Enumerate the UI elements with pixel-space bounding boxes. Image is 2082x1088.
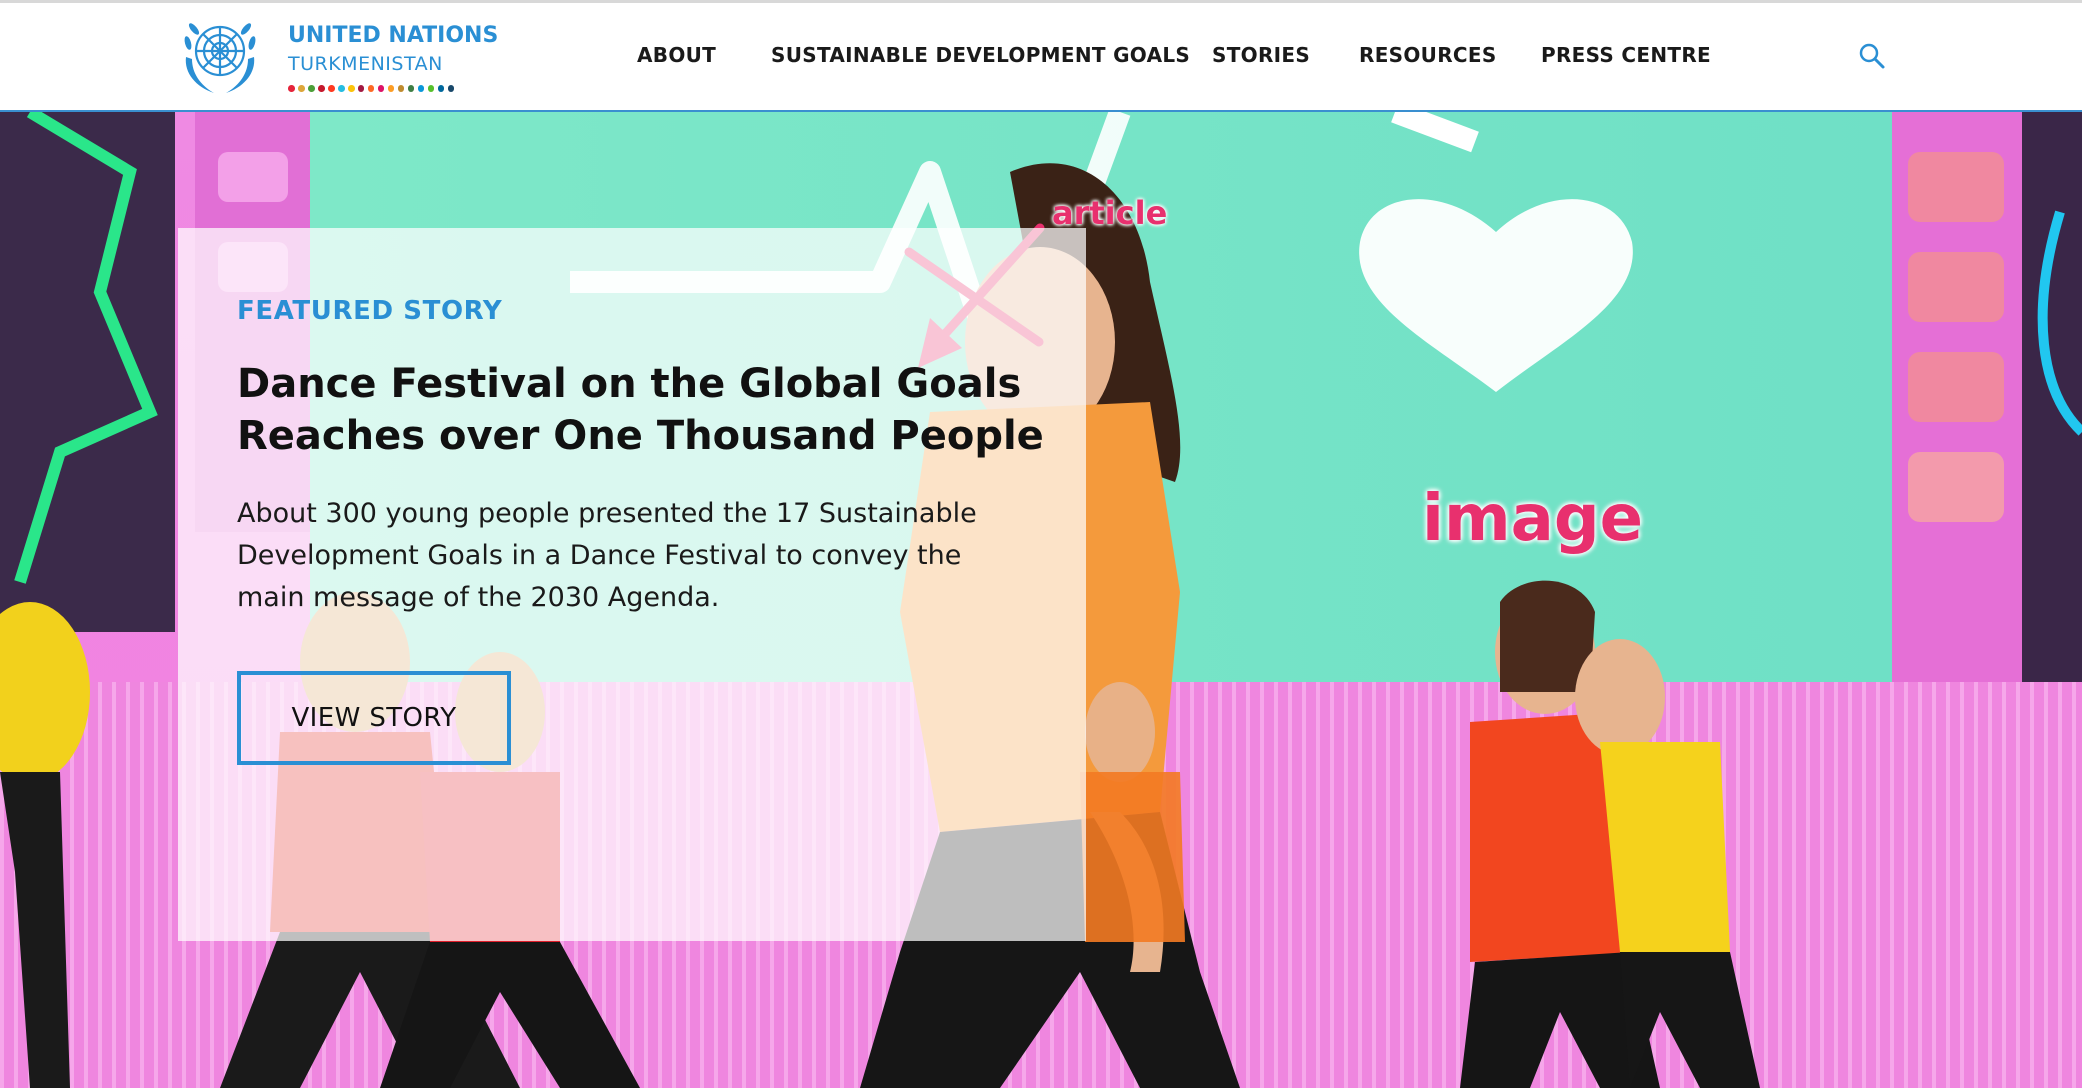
sdg-dot xyxy=(407,85,415,92)
sdg-dot xyxy=(397,85,405,92)
nav-item-about[interactable]: ABOUT xyxy=(637,43,716,67)
nav-item-stories[interactable]: STORIES xyxy=(1212,43,1310,67)
nav-item-sdgs[interactable]: SUSTAINABLE DEVELOPMENT GOALS xyxy=(771,43,1190,67)
featured-story-card: FEATURED STORY Dance Festival on the Glo… xyxy=(178,228,1086,941)
sdg-color-dots xyxy=(288,85,455,92)
featured-story-label: FEATURED STORY xyxy=(237,296,503,326)
sdg-dot xyxy=(447,85,455,92)
sdg-dot xyxy=(387,85,395,92)
story-headline-line-1: Dance Festival on the Global Goals xyxy=(237,361,1022,407)
sdg-dot xyxy=(357,85,365,92)
search-icon[interactable] xyxy=(1856,41,1888,73)
sdg-dot xyxy=(317,85,325,92)
un-turkmenistan-logo[interactable]: UNITED NATIONS TURKMENISTAN xyxy=(178,13,498,99)
sdg-dot xyxy=(288,85,295,92)
nav-item-press-centre[interactable]: PRESS CENTRE xyxy=(1541,43,1711,67)
sdg-dot xyxy=(427,85,435,92)
view-story-button[interactable]: VIEW STORY xyxy=(237,671,511,765)
story-headline[interactable]: Dance Festival on the Global Goals Reach… xyxy=(237,358,1057,462)
un-emblem-icon xyxy=(184,23,256,93)
site-header: UNITED NATIONS TURKMENISTAN ABOUT SUSTAI… xyxy=(0,3,2082,112)
story-summary: About 300 young people presented the 17 … xyxy=(237,498,977,613)
annotation-article-label: article xyxy=(1052,194,1168,232)
hero-banner: FEATURED STORY Dance Festival on the Glo… xyxy=(0,112,2082,1088)
brand-name: UNITED NATIONS xyxy=(288,23,499,48)
sdg-dot xyxy=(327,85,335,92)
sdg-dot xyxy=(297,85,305,92)
story-headline-line-2: Reaches over One Thousand People xyxy=(237,413,1044,459)
sdg-dot xyxy=(377,85,385,92)
sdg-dot xyxy=(417,85,425,92)
annotation-image-label: image xyxy=(1422,482,1644,556)
sdg-dot xyxy=(337,85,345,92)
sdg-dot xyxy=(307,85,315,92)
sdg-dot xyxy=(347,85,355,92)
sdg-dot xyxy=(367,85,375,92)
brand-country: TURKMENISTAN xyxy=(288,53,443,75)
sdg-dot xyxy=(437,85,445,92)
nav-item-resources[interactable]: RESOURCES xyxy=(1359,43,1497,67)
